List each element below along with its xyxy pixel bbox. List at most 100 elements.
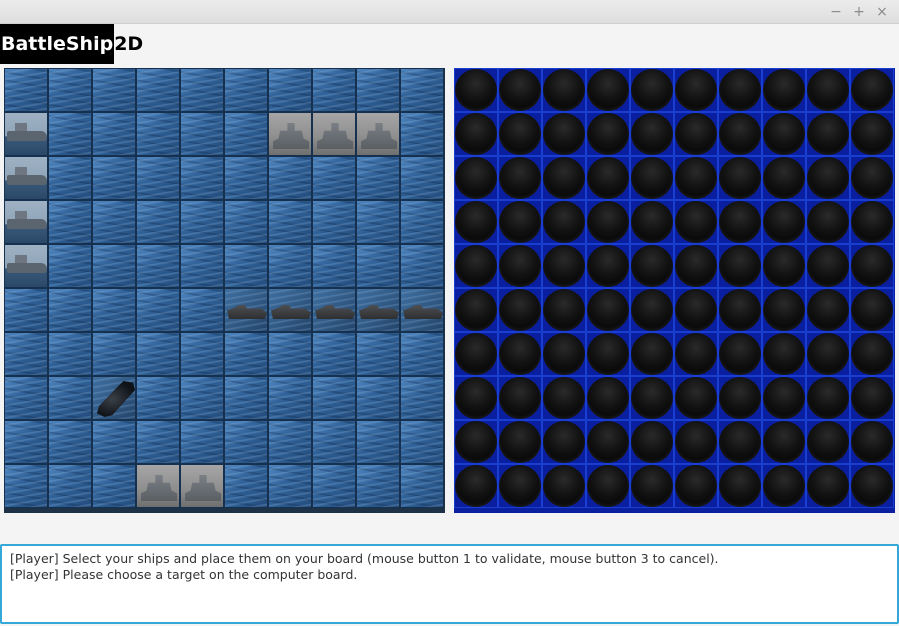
computer-target-cell[interactable] xyxy=(762,288,806,332)
computer-target-cell[interactable] xyxy=(850,420,894,464)
player-cell-water[interactable] xyxy=(92,464,136,508)
computer-target-cell[interactable] xyxy=(542,200,586,244)
computer-target-cell[interactable] xyxy=(806,332,850,376)
computer-target-cell[interactable] xyxy=(674,376,718,420)
computer-target-cell[interactable] xyxy=(454,420,498,464)
player-cell-water[interactable] xyxy=(268,420,312,464)
computer-target-cell[interactable] xyxy=(586,464,630,508)
player-cell-water[interactable] xyxy=(356,244,400,288)
computer-target-cell[interactable] xyxy=(586,420,630,464)
player-cell-water[interactable] xyxy=(312,376,356,420)
computer-target-cell[interactable] xyxy=(542,420,586,464)
player-cell-water[interactable] xyxy=(224,376,268,420)
player-cell-water[interactable] xyxy=(180,156,224,200)
computer-target-cell[interactable] xyxy=(630,420,674,464)
player-cell-water[interactable] xyxy=(180,244,224,288)
computer-target-cell[interactable] xyxy=(542,376,586,420)
computer-target-cell[interactable] xyxy=(762,112,806,156)
player-cell-water[interactable] xyxy=(48,464,92,508)
message-log[interactable]: [Player] Select your ships and place the… xyxy=(0,544,899,624)
computer-target-cell[interactable] xyxy=(762,420,806,464)
computer-target-cell[interactable] xyxy=(806,112,850,156)
player-cell-water[interactable] xyxy=(136,288,180,332)
computer-target-cell[interactable] xyxy=(454,200,498,244)
computer-target-cell[interactable] xyxy=(806,376,850,420)
computer-target-cell[interactable] xyxy=(454,288,498,332)
computer-target-cell[interactable] xyxy=(850,200,894,244)
computer-target-cell[interactable] xyxy=(674,68,718,112)
player-cell-water[interactable] xyxy=(4,68,48,112)
computer-target-cell[interactable] xyxy=(454,156,498,200)
player-cell-water[interactable] xyxy=(268,332,312,376)
player-cell-ship[interactable] xyxy=(4,244,48,288)
player-cell-water[interactable] xyxy=(400,156,444,200)
computer-target-cell[interactable] xyxy=(674,464,718,508)
player-cell-water[interactable] xyxy=(136,200,180,244)
player-cell-water[interactable] xyxy=(268,244,312,288)
computer-target-cell[interactable] xyxy=(718,288,762,332)
player-cell-ship[interactable] xyxy=(268,288,312,332)
computer-target-cell[interactable] xyxy=(586,244,630,288)
player-cell-water[interactable] xyxy=(4,420,48,464)
player-cell-water[interactable] xyxy=(180,112,224,156)
computer-target-cell[interactable] xyxy=(762,156,806,200)
player-cell-water[interactable] xyxy=(400,376,444,420)
player-cell-water[interactable] xyxy=(356,332,400,376)
computer-target-cell[interactable] xyxy=(454,464,498,508)
computer-target-cell[interactable] xyxy=(850,68,894,112)
player-cell-water[interactable] xyxy=(92,420,136,464)
player-cell-water[interactable] xyxy=(92,112,136,156)
player-cell-water[interactable] xyxy=(48,376,92,420)
computer-target-cell[interactable] xyxy=(674,288,718,332)
computer-target-cell[interactable] xyxy=(542,156,586,200)
player-cell-water[interactable] xyxy=(92,244,136,288)
player-cell-ship[interactable] xyxy=(356,288,400,332)
player-cell-water[interactable] xyxy=(224,464,268,508)
player-cell-ship[interactable] xyxy=(224,288,268,332)
computer-target-cell[interactable] xyxy=(630,156,674,200)
player-cell-water[interactable] xyxy=(356,420,400,464)
player-cell-water[interactable] xyxy=(136,244,180,288)
player-cell-water[interactable] xyxy=(48,332,92,376)
computer-target-cell[interactable] xyxy=(806,288,850,332)
player-cell-water[interactable] xyxy=(268,464,312,508)
computer-target-cell[interactable] xyxy=(674,112,718,156)
computer-target-cell[interactable] xyxy=(630,68,674,112)
player-cell-water[interactable] xyxy=(180,420,224,464)
player-cell-water[interactable] xyxy=(400,464,444,508)
player-cell-water[interactable] xyxy=(268,376,312,420)
computer-target-cell[interactable] xyxy=(498,420,542,464)
computer-target-cell[interactable] xyxy=(806,420,850,464)
computer-target-cell[interactable] xyxy=(454,376,498,420)
player-cell-water[interactable] xyxy=(268,156,312,200)
computer-target-cell[interactable] xyxy=(674,156,718,200)
player-cell-water[interactable] xyxy=(224,112,268,156)
computer-target-cell[interactable] xyxy=(586,156,630,200)
player-cell-water[interactable] xyxy=(48,244,92,288)
computer-target-cell[interactable] xyxy=(718,376,762,420)
player-cell-water[interactable] xyxy=(312,332,356,376)
player-cell-water[interactable] xyxy=(400,332,444,376)
computer-target-cell[interactable] xyxy=(850,244,894,288)
computer-board[interactable] xyxy=(454,68,895,513)
computer-target-cell[interactable] xyxy=(630,376,674,420)
computer-target-cell[interactable] xyxy=(762,376,806,420)
computer-target-cell[interactable] xyxy=(542,244,586,288)
computer-target-cell[interactable] xyxy=(806,68,850,112)
computer-target-cell[interactable] xyxy=(630,112,674,156)
computer-target-cell[interactable] xyxy=(718,420,762,464)
computer-target-cell[interactable] xyxy=(718,244,762,288)
computer-target-cell[interactable] xyxy=(762,464,806,508)
player-cell-ship[interactable] xyxy=(268,112,312,156)
player-cell-water[interactable] xyxy=(224,156,268,200)
player-cell-water[interactable] xyxy=(356,200,400,244)
computer-target-cell[interactable] xyxy=(806,464,850,508)
computer-target-cell[interactable] xyxy=(630,332,674,376)
computer-target-cell[interactable] xyxy=(630,464,674,508)
player-cell-water[interactable] xyxy=(4,332,48,376)
player-cell-water[interactable] xyxy=(48,112,92,156)
player-cell-water[interactable] xyxy=(312,200,356,244)
computer-target-cell[interactable] xyxy=(498,68,542,112)
computer-target-cell[interactable] xyxy=(850,288,894,332)
player-cell-ship[interactable] xyxy=(136,464,180,508)
